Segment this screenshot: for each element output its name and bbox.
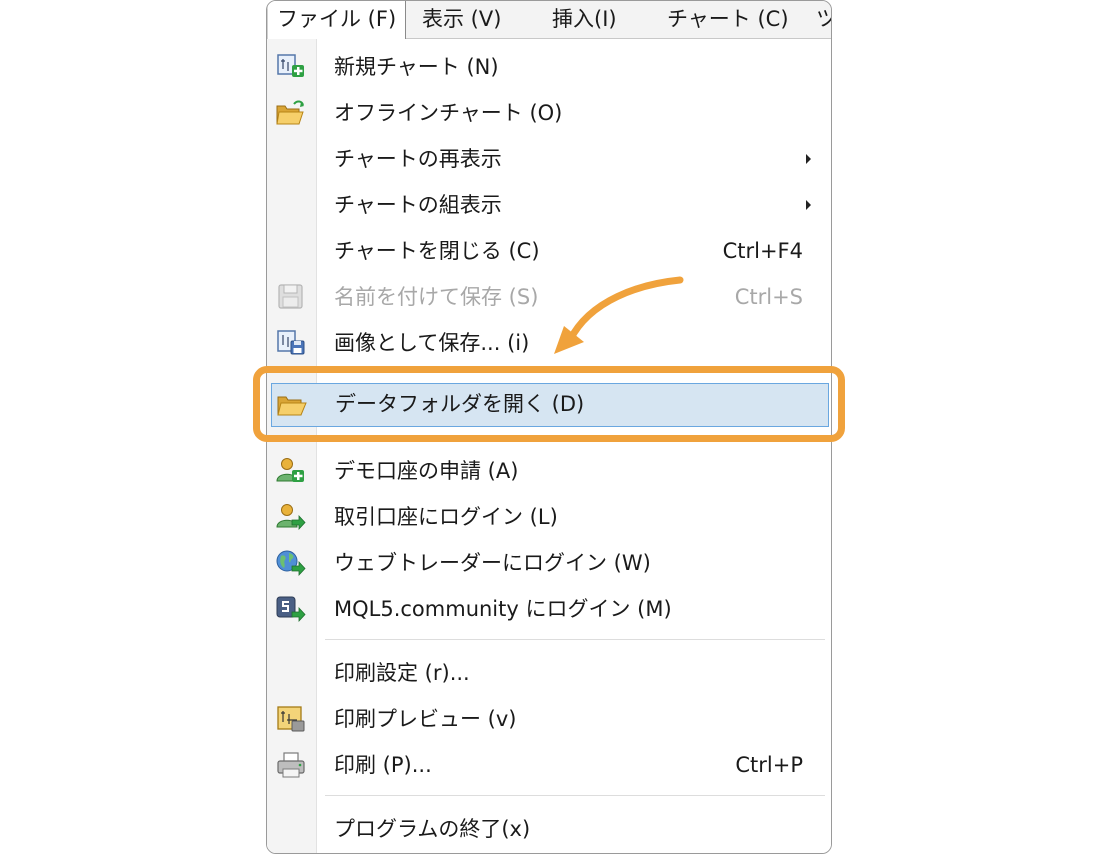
print-preview-icon	[277, 706, 305, 732]
app-window: ファイル (F) 表示 (V) 挿入(I) チャート (C) ツ 新規チャート …	[266, 0, 832, 854]
mql5-login-icon	[276, 596, 306, 623]
file-menu-dropdown: 新規チャート (N) オフラインチャート (O) チャートの再表示 チャートの組…	[267, 39, 831, 853]
menubar-chart[interactable]: チャート (C)	[667, 1, 789, 38]
menu-separator	[325, 639, 825, 640]
menu-item-label: データフォルダを開く (D)	[335, 392, 585, 416]
menu-item-print-preview[interactable]: 印刷プレビュー (v)	[267, 697, 831, 741]
menu-item-new-chart[interactable]: 新規チャート (N)	[267, 45, 831, 89]
menu-item-print-setup[interactable]: 印刷設定 (r)...	[267, 651, 831, 695]
menu-item-label: ウェブトレーダーにログイン (W)	[334, 551, 651, 575]
globe-login-icon	[276, 550, 306, 577]
menu-separator	[325, 369, 825, 370]
menu-item-label: チャートの組表示	[334, 193, 502, 217]
menu-item-chart-group[interactable]: チャートの組表示	[267, 183, 831, 227]
menu-item-exit[interactable]: プログラムの終了(x)	[267, 807, 831, 851]
menu-item-label: MQL5.community にログイン (M)	[334, 597, 672, 621]
menu-item-label: 画像として保存... (i)	[334, 331, 530, 355]
menubar-tools[interactable]: ツ	[816, 1, 831, 38]
shortcut-label: Ctrl+P	[735, 753, 803, 777]
submenu-arrow-icon	[806, 154, 811, 164]
shortcut-label: Ctrl+S	[734, 285, 803, 309]
menu-item-trade-login[interactable]: 取引口座にログイン (L)	[267, 495, 831, 539]
floppy-disk-icon	[278, 284, 303, 309]
menu-item-label: 印刷プレビュー (v)	[334, 707, 517, 731]
submenu-arrow-icon	[806, 200, 811, 210]
menu-item-open-data-folder[interactable]: データフォルダを開く (D)	[271, 383, 829, 427]
menu-item-save-as: 名前を付けて保存 (S) Ctrl+S	[267, 275, 831, 319]
menu-separator	[325, 441, 825, 442]
menu-item-label: オフラインチャート (O)	[334, 101, 563, 125]
menu-separator	[325, 795, 825, 796]
printer-icon	[277, 752, 305, 778]
menu-item-label: 新規チャート (N)	[334, 55, 499, 79]
menu-item-label: デモ口座の申請 (A)	[334, 459, 519, 483]
menu-item-label: 印刷 (P)...	[334, 753, 432, 777]
user-login-icon	[276, 504, 306, 531]
menu-item-save-image[interactable]: 画像として保存... (i)	[267, 321, 831, 365]
menu-item-close-chart[interactable]: チャートを閉じる (C) Ctrl+F4	[267, 229, 831, 273]
menu-item-label: 名前を付けて保存 (S)	[334, 285, 539, 309]
menu-item-label: チャートを閉じる (C)	[334, 239, 540, 263]
offline-folder-icon	[276, 100, 304, 125]
menu-bar: ファイル (F) 表示 (V) 挿入(I) チャート (C) ツ	[267, 1, 831, 40]
save-image-icon	[277, 330, 305, 355]
menubar-file[interactable]: ファイル (F)	[267, 1, 407, 40]
menu-item-mql5-login[interactable]: MQL5.community にログイン (M)	[267, 587, 831, 631]
menu-item-label: プログラムの終了(x)	[334, 817, 531, 841]
menu-item-label: チャートの再表示	[334, 147, 502, 171]
menu-item-label: 取引口座にログイン (L)	[334, 505, 558, 529]
menu-item-print[interactable]: 印刷 (P)... Ctrl+P	[267, 743, 831, 787]
menu-item-label: 印刷設定 (r)...	[334, 661, 470, 685]
menu-item-webtrader-login[interactable]: ウェブトレーダーにログイン (W)	[267, 541, 831, 585]
shortcut-label: Ctrl+F4	[722, 239, 803, 263]
menubar-insert[interactable]: 挿入(I)	[552, 1, 617, 38]
menu-item-chart-redisplay[interactable]: チャートの再表示	[267, 137, 831, 181]
menu-item-offline-chart[interactable]: オフラインチャート (O)	[267, 91, 831, 135]
menu-item-demo-account[interactable]: デモ口座の申請 (A)	[267, 449, 831, 493]
menubar-view[interactable]: 表示 (V)	[422, 1, 501, 38]
new-chart-icon	[277, 54, 304, 77]
open-folder-icon	[277, 396, 307, 416]
user-add-icon	[276, 458, 304, 482]
